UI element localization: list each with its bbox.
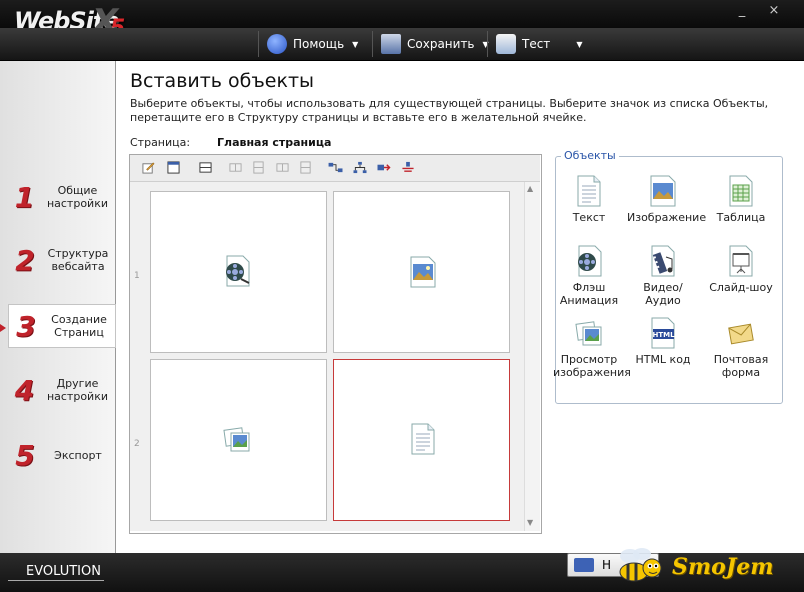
- help-menu-label: Помощь: [293, 37, 345, 51]
- grid-cell-1-1[interactable]: [150, 191, 327, 353]
- html-icon: HTML: [651, 317, 675, 349]
- back-button-label: Н: [602, 558, 612, 572]
- grid-cell-2-2-selected[interactable]: [333, 359, 510, 521]
- html-icon-text: HTML: [652, 331, 675, 339]
- step-number: 1: [14, 180, 35, 214]
- magnifier-icon: [496, 34, 516, 54]
- page-description: Выберите объекты, чтобы использовать для…: [130, 97, 769, 124]
- object-label: Таблица: [716, 211, 766, 224]
- object-image-viewer[interactable]: Просмотр изображения: [553, 317, 631, 379]
- image-viewer-icon: [575, 321, 602, 346]
- object-label: HTML код: [635, 353, 691, 366]
- step-page-creation[interactable]: 3 Создание Страниц: [8, 304, 116, 348]
- object-label: Видео/Аудио: [643, 281, 683, 307]
- object-html-code[interactable]: HTML HTML код: [627, 317, 699, 366]
- row-number: 1: [134, 271, 140, 281]
- step-general-settings[interactable]: 1 Общие настройки: [8, 176, 114, 218]
- chevron-down-icon: ▼: [352, 39, 359, 49]
- image-viewer-icon: [223, 427, 250, 452]
- step-label: Создание Страниц: [51, 313, 107, 339]
- edit-pencil-icon[interactable]: [142, 161, 155, 174]
- text-icon: [411, 423, 435, 455]
- table-icon: [729, 175, 753, 207]
- structure-tree-icon[interactable]: [352, 161, 368, 174]
- object-label: Слайд-шоу: [709, 281, 773, 294]
- step-site-structure[interactable]: 2 Структура вебсайта: [8, 239, 114, 281]
- test-menu-button[interactable]: Тест ▼: [487, 31, 600, 57]
- step-number: 2: [15, 243, 35, 277]
- scroll-down-icon[interactable]: ▼: [527, 518, 533, 527]
- object-label: Изображение: [627, 211, 707, 224]
- step-number: 4: [14, 373, 35, 407]
- object-text[interactable]: Текст: [553, 175, 625, 224]
- image-icon: [650, 175, 676, 207]
- close-button[interactable]: ×: [764, 3, 784, 19]
- split-horizontal-icon[interactable]: [276, 161, 289, 174]
- object-flash-animation[interactable]: Флэш Анимация: [553, 245, 625, 307]
- save-menu-button[interactable]: Сохранить ▼: [372, 31, 489, 57]
- chevron-down-icon: ▼: [576, 39, 583, 49]
- object-mail-form[interactable]: Почтовая форма: [705, 317, 777, 379]
- object-table[interactable]: Таблица: [705, 175, 777, 224]
- move-right-icon[interactable]: [376, 161, 392, 174]
- row-number: 2: [134, 439, 140, 449]
- flash-icon: [578, 245, 602, 277]
- object-slideshow[interactable]: Слайд-шоу: [705, 245, 777, 294]
- split-cell-icon[interactable]: [299, 161, 312, 174]
- image-icon: [410, 256, 436, 288]
- objects-groupbox-title: Объекты: [561, 149, 619, 162]
- object-label: Просмотр изображения: [553, 353, 631, 379]
- minimize-button[interactable]: _: [732, 3, 752, 19]
- watermark-text: SmoJem: [672, 554, 774, 580]
- edition-label: EVOLUTION: [26, 564, 101, 579]
- help-menu-button[interactable]: Помощь ▼: [258, 31, 373, 57]
- save-menu-label: Сохранить: [407, 37, 475, 51]
- align-tree-icon[interactable]: [327, 161, 345, 174]
- grid-vertical-scrollbar[interactable]: ▲ ▼: [524, 182, 540, 531]
- flash-animation-icon: [226, 255, 250, 287]
- step-label: Общие настройки: [46, 184, 108, 210]
- delete-cell-icon[interactable]: [400, 161, 416, 174]
- current-page-name: Главная страница: [217, 136, 332, 149]
- edition-underline: [8, 580, 104, 581]
- page-selector-label: Страница:: [130, 136, 191, 149]
- step-export[interactable]: 5 Экспорт: [8, 434, 114, 476]
- object-video-audio[interactable]: Видео/Аудио: [627, 245, 699, 307]
- layout-toolbar: [130, 155, 540, 182]
- save-disk-icon: [381, 34, 401, 54]
- menu-bar: Помощь ▼ Сохранить ▼ Тест ▼: [0, 28, 804, 61]
- slideshow-icon: [729, 245, 753, 277]
- help-icon: [267, 34, 287, 54]
- object-image[interactable]: Изображение: [627, 175, 706, 224]
- step-number: 5: [15, 438, 35, 472]
- grid-cell-1-2[interactable]: [333, 191, 510, 353]
- step-other-settings[interactable]: 4 Другие настройки: [8, 369, 114, 411]
- object-label: Флэш Анимация: [559, 281, 619, 307]
- active-step-arrow-icon: [0, 324, 6, 332]
- back-arrow-icon: [574, 558, 594, 572]
- object-label: Почтовая форма: [713, 353, 769, 379]
- object-label: Текст: [572, 211, 606, 224]
- bee-mascot-icon: [619, 548, 662, 582]
- grid-cell-2-1[interactable]: [150, 359, 327, 521]
- step-label: Другие настройки: [46, 377, 108, 403]
- mail-form-icon: [728, 323, 754, 345]
- step-number: 3: [16, 309, 36, 343]
- merge-cells-icon[interactable]: [229, 161, 242, 174]
- page-title: Вставить объекты: [130, 70, 315, 92]
- video-audio-icon: [651, 245, 675, 277]
- step-label: Экспорт: [54, 448, 102, 462]
- text-icon: [577, 175, 601, 207]
- scroll-up-icon[interactable]: ▲: [527, 184, 533, 193]
- step-label: Структура вебсайта: [47, 247, 109, 273]
- split-vertical-icon[interactable]: [252, 161, 265, 174]
- insert-row-icon[interactable]: [199, 161, 212, 174]
- cell-properties-icon[interactable]: [167, 161, 180, 174]
- test-menu-label: Тест: [522, 37, 551, 51]
